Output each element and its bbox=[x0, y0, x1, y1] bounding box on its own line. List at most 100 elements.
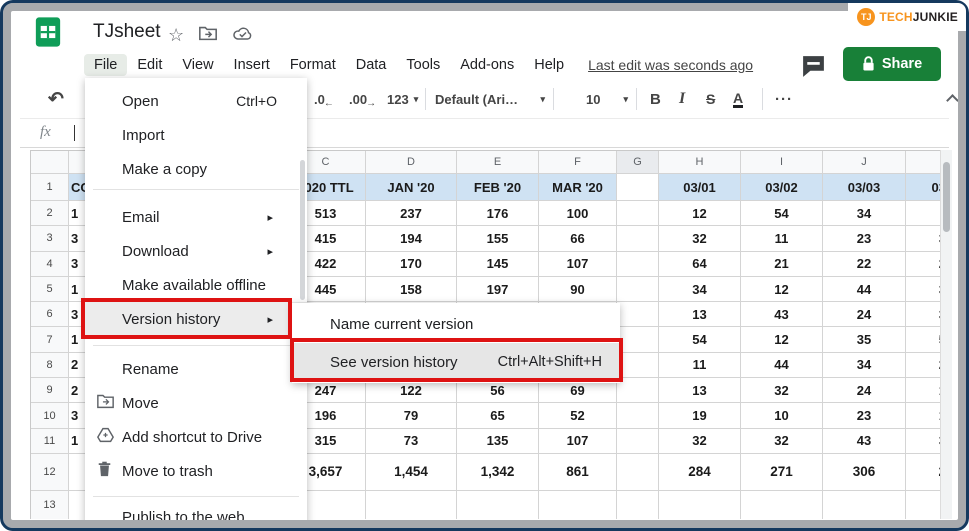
row-header-1[interactable]: 1 bbox=[31, 174, 69, 201]
cell-clipped[interactable]: CO bbox=[69, 174, 86, 201]
row-header-3[interactable]: 3 bbox=[31, 226, 69, 251]
font-size-select[interactable]: 10 ▾ bbox=[568, 80, 628, 118]
cell-I8[interactable]: 44 bbox=[741, 353, 823, 378]
cell-D10[interactable]: 79 bbox=[366, 403, 457, 428]
cell-I3[interactable]: 11 bbox=[741, 226, 823, 251]
menu-insert[interactable]: Insert bbox=[224, 54, 280, 76]
column-header-J[interactable]: J bbox=[823, 151, 906, 174]
cell-K5[interactable]: 3 bbox=[906, 277, 940, 302]
cell-clipped[interactable]: 1 bbox=[69, 277, 86, 302]
cell-K4[interactable]: 2 bbox=[906, 252, 940, 277]
row-header-5[interactable]: 5 bbox=[31, 277, 69, 302]
row-header-9[interactable]: 9 bbox=[31, 378, 69, 403]
menu-edit[interactable]: Edit bbox=[127, 54, 172, 76]
cell-D11[interactable]: 73 bbox=[366, 429, 457, 454]
font-family-select[interactable]: Default (Ari… ▾ bbox=[435, 80, 545, 118]
comment-icon[interactable] bbox=[800, 53, 827, 83]
menu-help[interactable]: Help bbox=[524, 54, 574, 76]
text-color-button[interactable]: A bbox=[733, 80, 743, 118]
cell-D3[interactable]: 194 bbox=[366, 226, 457, 251]
menu-view[interactable]: View bbox=[172, 54, 223, 76]
cell-G6[interactable] bbox=[617, 302, 659, 327]
cell-clipped[interactable]: 2 bbox=[69, 353, 86, 378]
menu-item-download[interactable]: Download▸ bbox=[85, 234, 307, 268]
sheets-logo-icon[interactable] bbox=[33, 15, 63, 54]
cell-I5[interactable]: 12 bbox=[741, 277, 823, 302]
increase-decimal-button[interactable]: .00→ bbox=[349, 80, 376, 118]
cell-K1[interactable]: 03 bbox=[906, 174, 940, 201]
cell-H1[interactable]: 03/01 bbox=[659, 174, 741, 201]
cell-D13[interactable] bbox=[366, 491, 457, 519]
cell-J8[interactable]: 34 bbox=[823, 353, 906, 378]
cell-F12[interactable]: 861 bbox=[539, 454, 617, 491]
cell-J6[interactable]: 24 bbox=[823, 302, 906, 327]
cell-G4[interactable] bbox=[617, 252, 659, 277]
cell-D4[interactable]: 170 bbox=[366, 252, 457, 277]
document-title[interactable]: TJsheet bbox=[93, 21, 161, 43]
cell-J12[interactable]: 306 bbox=[823, 454, 906, 491]
star-icon[interactable]: ☆ bbox=[168, 25, 184, 46]
cell-H10[interactable]: 19 bbox=[659, 403, 741, 428]
cell-G2[interactable] bbox=[617, 201, 659, 226]
column-header-E[interactable]: E bbox=[457, 151, 539, 174]
menu-item-add-shortcut-to-drive[interactable]: Add shortcut to Drive bbox=[85, 420, 307, 454]
cell-clipped[interactable]: 3 bbox=[69, 302, 86, 327]
cell-G12[interactable] bbox=[617, 454, 659, 491]
cell-I12[interactable]: 271 bbox=[741, 454, 823, 491]
row-header-13[interactable]: 13 bbox=[31, 491, 69, 519]
cell-clipped[interactable]: 3 bbox=[69, 226, 86, 251]
menu-item-email[interactable]: Email▸ bbox=[85, 200, 307, 234]
cell-clipped[interactable]: 3 bbox=[69, 252, 86, 277]
column-header-G[interactable]: G bbox=[617, 151, 659, 174]
cell-G10[interactable] bbox=[617, 403, 659, 428]
row-header-2[interactable]: 2 bbox=[31, 201, 69, 226]
cell-I4[interactable]: 21 bbox=[741, 252, 823, 277]
row-header-11[interactable]: 11 bbox=[31, 429, 69, 454]
cell-H11[interactable]: 32 bbox=[659, 429, 741, 454]
cell-E1[interactable]: FEB '20 bbox=[457, 174, 539, 201]
row-header-4[interactable]: 4 bbox=[31, 252, 69, 277]
cell-E5[interactable]: 197 bbox=[457, 277, 539, 302]
menu-item-publish-to-the-web[interactable]: Publish to the web bbox=[85, 500, 307, 531]
cell-F10[interactable]: 52 bbox=[539, 403, 617, 428]
row-header-12[interactable]: 12 bbox=[31, 454, 69, 491]
column-header-H[interactable]: H bbox=[659, 151, 741, 174]
cell-H5[interactable]: 34 bbox=[659, 277, 741, 302]
share-button[interactable]: Share bbox=[843, 47, 941, 81]
select-all-corner[interactable] bbox=[31, 151, 69, 174]
cell-E10[interactable]: 65 bbox=[457, 403, 539, 428]
more-options-icon[interactable]: ··· bbox=[775, 80, 793, 118]
decrease-decimal-button[interactable]: .0← bbox=[314, 80, 334, 118]
cell-I13[interactable] bbox=[741, 491, 823, 519]
cell-G5[interactable] bbox=[617, 277, 659, 302]
row-header-10[interactable]: 10 bbox=[31, 403, 69, 428]
cell-clipped[interactable]: 1 bbox=[69, 429, 86, 454]
cell-J3[interactable]: 23 bbox=[823, 226, 906, 251]
cell-K8[interactable]: 2 bbox=[906, 353, 940, 378]
strikethrough-button[interactable]: S bbox=[706, 80, 715, 118]
cell-clipped[interactable]: 1 bbox=[69, 327, 86, 352]
row-header-7[interactable]: 7 bbox=[31, 327, 69, 352]
cell-D2[interactable]: 237 bbox=[366, 201, 457, 226]
cell-E12[interactable]: 1,342 bbox=[457, 454, 539, 491]
row-header-6[interactable]: 6 bbox=[31, 302, 69, 327]
menu-item-move[interactable]: Move bbox=[85, 386, 307, 420]
menu-item-version-history[interactable]: Version history▸ bbox=[85, 302, 307, 336]
cell-K12[interactable]: 2 bbox=[906, 454, 940, 491]
menu-format[interactable]: Format bbox=[280, 54, 346, 76]
cell-I2[interactable]: 54 bbox=[741, 201, 823, 226]
cell-J5[interactable]: 44 bbox=[823, 277, 906, 302]
cell-J11[interactable]: 43 bbox=[823, 429, 906, 454]
cell-H6[interactable]: 13 bbox=[659, 302, 741, 327]
collapse-toolbar-icon[interactable] bbox=[940, 86, 964, 110]
cell-J4[interactable]: 22 bbox=[823, 252, 906, 277]
menu-item-move-to-trash[interactable]: Move to trash bbox=[85, 454, 307, 488]
cell-F1[interactable]: MAR '20 bbox=[539, 174, 617, 201]
cell-E11[interactable]: 135 bbox=[457, 429, 539, 454]
column-header[interactable] bbox=[906, 151, 940, 174]
move-folder-icon[interactable] bbox=[198, 24, 218, 47]
cell-G7[interactable] bbox=[617, 327, 659, 352]
cell-clipped[interactable]: 2 bbox=[69, 378, 86, 403]
cell-E13[interactable] bbox=[457, 491, 539, 519]
cell-H12[interactable]: 284 bbox=[659, 454, 741, 491]
